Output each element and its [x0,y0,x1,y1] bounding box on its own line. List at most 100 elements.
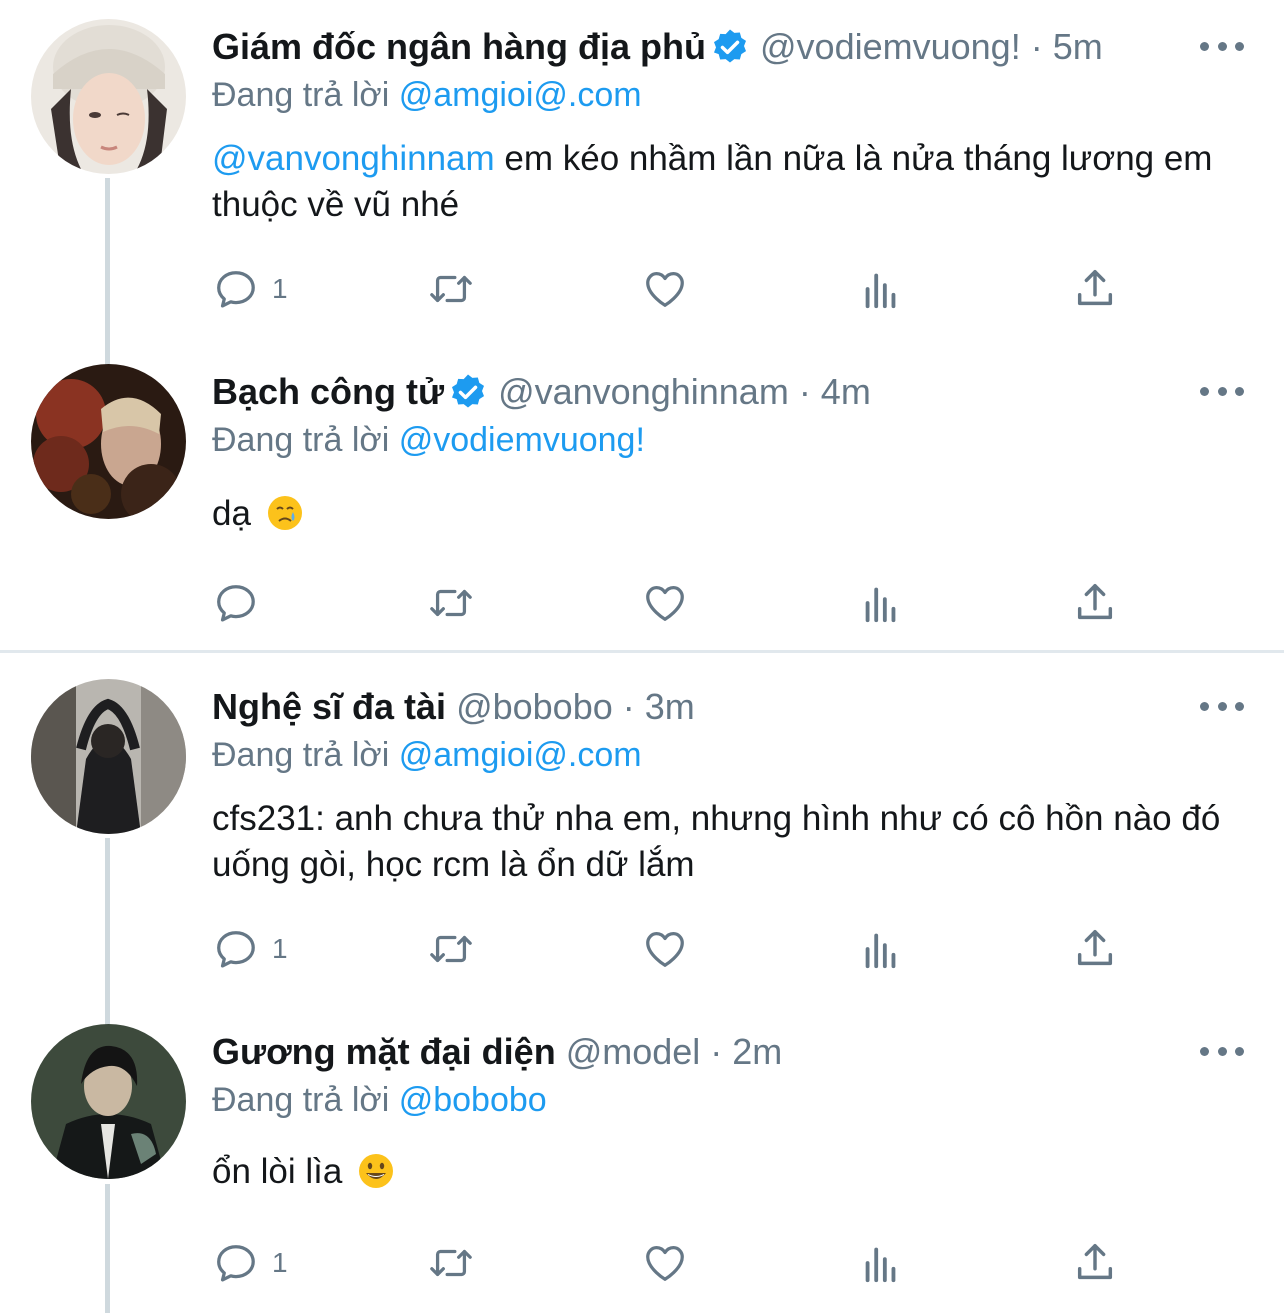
tweet-text: cfs231: anh chưa thử nha em, nhưng hình … [212,796,1252,888]
tweet-text: dạ [212,491,1252,537]
reply-icon [212,266,258,312]
thread-divider [0,650,1284,653]
reply-icon [212,1240,258,1286]
retweet-button[interactable] [428,924,474,974]
tweet-text: ổn lòi lìa [212,1149,1252,1195]
action-bar: 1 [212,1238,1132,1288]
like-button[interactable] [642,924,688,974]
dot-icon [1217,1046,1227,1056]
replying-to-label: Đang trả lời [212,1081,399,1119]
tweet-text-content: ổn lòi lìa [212,1152,343,1191]
retweet-icon [428,266,474,312]
reply-button[interactable]: 1 [212,1238,288,1288]
share-button[interactable] [1072,264,1118,314]
reply-icon [212,926,258,972]
thread-line [105,178,110,366]
dot-icon [1235,386,1244,396]
tweet-header: Nghệ sĩ đa tài @bobobo · 3m [212,681,695,733]
replying-to-mention[interactable]: @amgioi@.com [399,736,642,774]
retweet-button[interactable] [428,264,474,314]
replying-to: Đang trả lời @vodiemvuong! [212,421,645,460]
avatar[interactable] [31,1024,186,1179]
replying-to: Đang trả lời @bobobo [212,1081,547,1120]
handle-time[interactable]: @bobobo · 3m [456,686,695,728]
analytics-icon [858,266,904,312]
like-icon [642,580,688,626]
replying-to-label: Đang trả lời [212,736,399,774]
display-name[interactable]: Gương mặt đại diện [212,1031,556,1073]
reply-button[interactable]: 1 [212,924,288,974]
avatar[interactable] [31,679,186,834]
mention-link[interactable]: @vanvonghinnam [212,139,495,178]
like-button[interactable] [642,578,688,628]
more-options-button[interactable] [1200,381,1244,401]
reply-count: 1 [272,933,288,964]
share-icon [1072,266,1118,312]
handle-time[interactable]: @vanvonghinnam · 4m [498,371,871,413]
replying-to-label: Đang trả lời [212,421,399,459]
replying-to: Đang trả lời @amgioi@.com [212,736,642,775]
analytics-button[interactable] [858,1238,904,1288]
share-button[interactable] [1072,578,1118,628]
dot-icon [1235,1046,1244,1056]
tweet-text: @vanvonghinnam em kéo nhầm lần nữa là nử… [212,136,1252,228]
share-button[interactable] [1072,1238,1118,1288]
dot-icon [1200,1046,1209,1056]
like-icon [642,1240,688,1286]
tweet-header: Gương mặt đại diện @model · 2m [212,1026,782,1078]
tweet-header: Giám đốc ngân hàng địa phủ @vodiemvuong!… [212,21,1103,73]
tweet-text-content: dạ [212,494,251,533]
avatar[interactable] [31,364,186,519]
action-bar: 1 [212,924,1132,974]
action-bar: 1 [212,264,1132,314]
retweet-icon [428,580,474,626]
action-bar [212,578,1132,628]
share-button[interactable] [1072,924,1118,974]
display-name[interactable]: Bạch công tử [212,371,444,413]
dot-icon [1217,701,1227,711]
thread-line [105,1184,110,1313]
retweet-icon [428,926,474,972]
analytics-icon [858,1240,904,1286]
reply-icon [212,580,258,626]
analytics-icon [858,926,904,972]
reply-button[interactable]: 1 [212,264,288,314]
analytics-button[interactable] [858,924,904,974]
display-name[interactable]: Giám đốc ngân hàng địa phủ [212,26,706,68]
thread-line [105,838,110,1026]
display-name[interactable]: Nghệ sĩ đa tài [212,686,446,728]
handle-time[interactable]: @vodiemvuong! · 5m [760,26,1103,68]
avatar[interactable] [31,19,186,174]
tweet-text-content: cfs231: anh chưa thử nha em, nhưng hình … [212,799,1221,884]
replying-to: Đang trả lời @amgioi@.com [212,76,642,115]
retweet-button[interactable] [428,1238,474,1288]
reply-button[interactable] [212,578,272,628]
like-icon [642,266,688,312]
like-button[interactable] [642,1238,688,1288]
analytics-icon [858,580,904,626]
dot-icon [1235,701,1244,711]
reply-count: 1 [272,273,288,304]
replying-to-label: Đang trả lời [212,76,399,114]
more-options-button[interactable] [1200,36,1244,56]
like-button[interactable] [642,264,688,314]
more-options-button[interactable] [1200,696,1244,716]
analytics-button[interactable] [858,264,904,314]
dot-icon [1235,41,1244,51]
replying-to-mention[interactable]: @vodiemvuong! [399,421,645,459]
replying-to-mention[interactable]: @amgioi@.com [399,76,642,114]
dot-icon [1200,41,1209,51]
share-icon [1072,1240,1118,1286]
retweet-button[interactable] [428,578,474,628]
tweet-header: Bạch công tử @vanvonghinnam · 4m [212,366,871,418]
share-icon [1072,926,1118,972]
handle-time[interactable]: @model · 2m [566,1031,783,1073]
dot-icon [1217,386,1227,396]
more-options-button[interactable] [1200,1041,1244,1061]
dot-icon [1217,41,1227,51]
replying-to-mention[interactable]: @bobobo [399,1081,547,1119]
analytics-button[interactable] [858,578,904,628]
crying-face-emoji [267,496,302,530]
verified-badge-icon [448,372,488,412]
verified-badge-icon [710,27,750,67]
